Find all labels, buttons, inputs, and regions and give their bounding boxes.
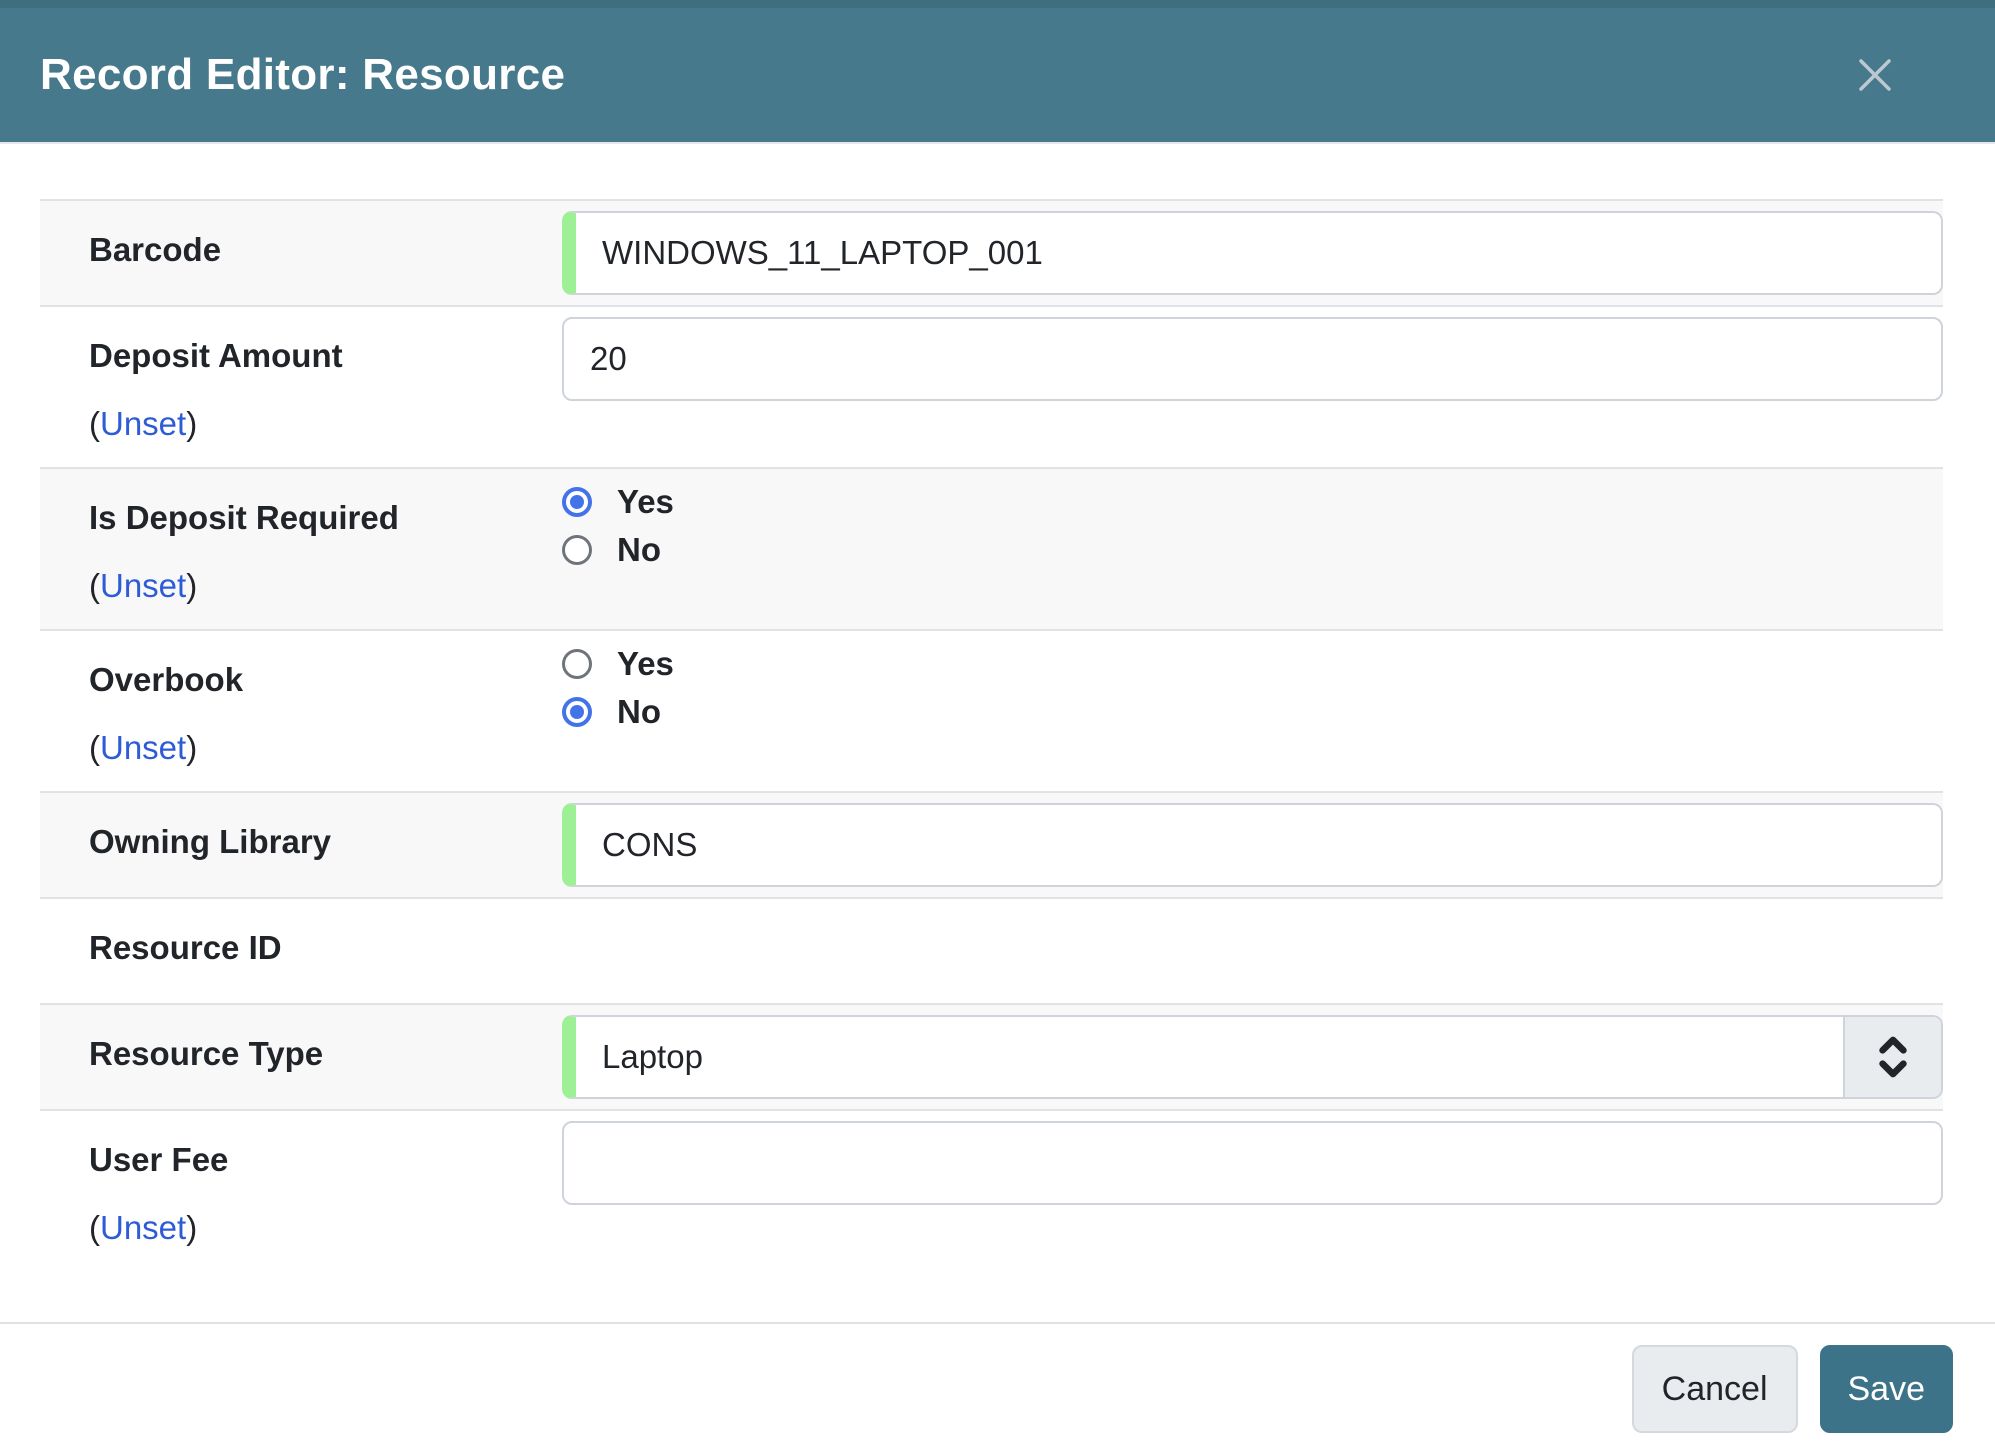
save-button[interactable]: Save <box>1820 1345 1954 1433</box>
paren-close: ) <box>186 405 197 442</box>
paren-open: ( <box>89 405 100 442</box>
dialog-footer: Cancel Save <box>0 1322 1995 1454</box>
form-row-resource-type: Resource Type Laptop <box>40 1005 1943 1111</box>
form-row-overbook: Overbook (Unset) Yes No <box>40 631 1943 793</box>
unset-control: (Unset) <box>89 567 542 605</box>
form-row-deposit-amount: Deposit Amount (Unset) 20 <box>40 307 1943 469</box>
unset-link-overbook[interactable]: Unset <box>100 729 186 766</box>
radio-option-overbook-no[interactable]: No <box>562 693 1943 731</box>
field-control-col: Yes No <box>562 479 1943 569</box>
is-deposit-required-radio-group: Yes No <box>562 479 1943 569</box>
unset-link-deposit-amount[interactable]: Unset <box>100 405 186 442</box>
field-label: Owning Library <box>89 823 542 861</box>
owning-library-input[interactable]: CONS <box>562 803 1943 887</box>
overbook-radio-group: Yes No <box>562 641 1943 731</box>
radio-option-label: Yes <box>617 645 674 683</box>
radio-dot <box>570 705 584 719</box>
form-row-resource-id: Resource ID <box>40 899 1943 1005</box>
form-row-barcode: Barcode WINDOWS_11_LAPTOP_001 <box>40 201 1943 307</box>
barcode-input[interactable]: WINDOWS_11_LAPTOP_001 <box>562 211 1943 295</box>
select-value: Laptop <box>576 1017 1843 1097</box>
field-label: Barcode <box>89 231 542 269</box>
input-value: 20 <box>590 340 627 378</box>
field-label: Is Deposit Required <box>89 499 542 537</box>
field-label-col: Resource Type <box>40 1015 562 1087</box>
field-label-col: User Fee (Unset) <box>40 1121 562 1261</box>
form-row-owning-library: Owning Library CONS <box>40 793 1943 899</box>
paren-open: ( <box>89 729 100 766</box>
paren-open: ( <box>89 567 100 604</box>
radio-button-icon <box>562 535 592 565</box>
cancel-button[interactable]: Cancel <box>1632 1345 1798 1433</box>
radio-option-is-deposit-required-no[interactable]: No <box>562 531 1943 569</box>
field-label: Overbook <box>89 661 542 699</box>
unset-control: (Unset) <box>89 405 542 443</box>
field-control-col: WINDOWS_11_LAPTOP_001 <box>562 211 1943 295</box>
deposit-amount-input[interactable]: 20 <box>562 317 1943 401</box>
input-value: WINDOWS_11_LAPTOP_001 <box>602 234 1043 272</box>
radio-option-label: No <box>617 693 661 731</box>
field-label: Deposit Amount <box>89 337 542 375</box>
field-label-col: Resource ID <box>40 909 562 981</box>
field-control-col: Laptop <box>562 1015 1943 1099</box>
close-button[interactable] <box>1857 57 1893 93</box>
dialog-title: Record Editor: Resource <box>40 50 565 100</box>
field-control-col: 20 <box>562 317 1943 401</box>
field-label-col: Overbook (Unset) <box>40 641 562 781</box>
unset-control: (Unset) <box>89 1209 542 1247</box>
input-value: CONS <box>602 826 697 864</box>
radio-option-label: Yes <box>617 483 674 521</box>
radio-option-overbook-yes[interactable]: Yes <box>562 645 1943 683</box>
dialog-body: Barcode WINDOWS_11_LAPTOP_001 Deposit Amou… <box>0 144 1995 1322</box>
dialog-header: Record Editor: Resource <box>0 0 1995 144</box>
paren-open: ( <box>89 1209 100 1246</box>
field-control-col: Yes No <box>562 641 1943 731</box>
paren-close: ) <box>186 1209 197 1246</box>
radio-option-is-deposit-required-yes[interactable]: Yes <box>562 483 1943 521</box>
user-fee-input[interactable] <box>562 1121 1943 1205</box>
radio-button-icon <box>562 487 592 517</box>
paren-close: ) <box>186 729 197 766</box>
unset-control: (Unset) <box>89 729 542 767</box>
field-control-col <box>562 1121 1943 1205</box>
record-editor-dialog: Record Editor: Resource Barcode WINDOWS_1… <box>0 0 1995 1454</box>
radio-button-icon <box>562 649 592 679</box>
field-label: Resource ID <box>89 929 542 967</box>
form-row-is-deposit-required: Is Deposit Required (Unset) Yes No <box>40 469 1943 631</box>
chevron-up-down-icon <box>1875 1034 1911 1080</box>
field-label-col: Barcode <box>40 211 562 283</box>
radio-option-label: No <box>617 531 661 569</box>
close-icon <box>1857 57 1893 93</box>
radio-dot <box>570 495 584 509</box>
resource-type-select[interactable]: Laptop <box>562 1015 1943 1099</box>
select-stepper[interactable] <box>1843 1017 1941 1097</box>
unset-link-user-fee[interactable]: Unset <box>100 1209 186 1246</box>
field-label-col: Deposit Amount (Unset) <box>40 317 562 457</box>
unset-link-is-deposit-required[interactable]: Unset <box>100 567 186 604</box>
field-label: Resource Type <box>89 1035 542 1073</box>
form-row-user-fee: User Fee (Unset) <box>40 1111 1943 1271</box>
paren-close: ) <box>186 567 197 604</box>
field-control-col: CONS <box>562 803 1943 887</box>
radio-button-icon <box>562 697 592 727</box>
field-label-col: Owning Library <box>40 803 562 875</box>
form-table: Barcode WINDOWS_11_LAPTOP_001 Deposit Amou… <box>40 199 1943 1271</box>
field-label: User Fee <box>89 1141 542 1179</box>
field-label-col: Is Deposit Required (Unset) <box>40 479 562 619</box>
